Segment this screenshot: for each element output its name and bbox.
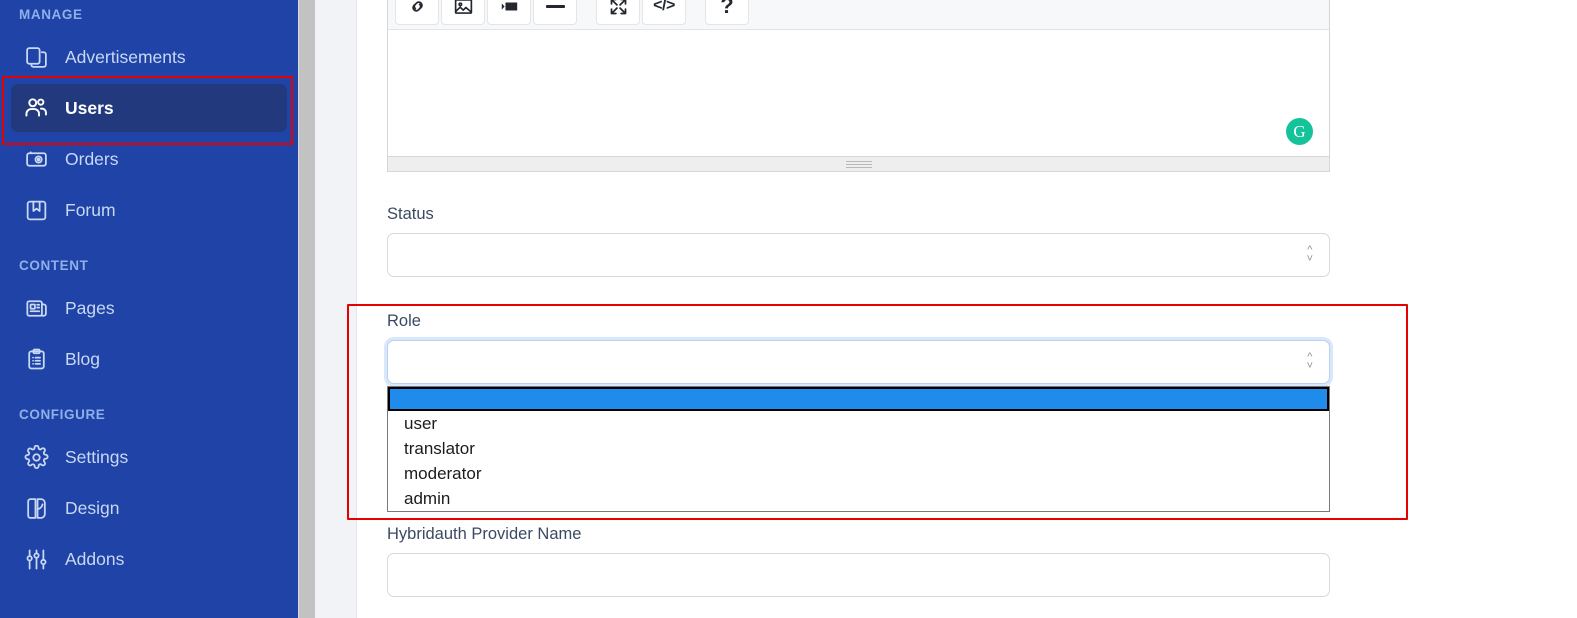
- main-content: </> ? G Status ^ ˅ Role ^ ˅ user transla…: [357, 0, 1577, 618]
- sidebar-item-forum[interactable]: Forum: [11, 186, 287, 234]
- code-view-glyph: </>: [653, 0, 675, 14]
- help-glyph: ?: [720, 0, 734, 18]
- sidebar-item-settings[interactable]: Settings: [11, 433, 287, 481]
- sidebar-item-label: Forum: [65, 199, 116, 220]
- users-icon: [21, 93, 51, 123]
- role-field: Role ^ ˅: [387, 312, 1330, 384]
- video-icon[interactable]: [487, 0, 531, 25]
- chevron-updown-icon: ^ ˅: [1306, 244, 1313, 265]
- editor-resize-handle[interactable]: [387, 157, 1330, 172]
- hybridauth-provider-label: Hybridauth Provider Name: [387, 525, 582, 543]
- status-label: Status: [387, 205, 434, 223]
- role-option-blank[interactable]: [388, 387, 1329, 411]
- orders-icon: [21, 144, 51, 174]
- sidebar-item-label: Design: [65, 497, 120, 518]
- gear-icon: [21, 442, 51, 472]
- status-select[interactable]: ^ ˅: [387, 233, 1330, 277]
- hybridauth-provider-input[interactable]: [387, 553, 1330, 597]
- sidebar-item-label: Orders: [65, 148, 119, 169]
- sidebar-scrollbar[interactable]: [298, 0, 315, 618]
- addons-icon: [21, 544, 51, 574]
- sidebar-item-pages[interactable]: Pages: [11, 284, 287, 332]
- sidebar-item-label: Addons: [65, 548, 125, 569]
- sidebar-item-orders[interactable]: Orders: [11, 135, 287, 183]
- editor-content-area[interactable]: G: [387, 30, 1330, 157]
- grammarly-icon[interactable]: G: [1286, 118, 1313, 145]
- editor-toolbar: </> ?: [387, 0, 1330, 30]
- role-option-admin[interactable]: admin: [388, 486, 1329, 511]
- design-icon: [21, 493, 51, 523]
- sidebar: MANAGE Advertisements Users Orders Forum…: [0, 0, 298, 618]
- grip-lines-icon: [845, 159, 872, 170]
- image-icon[interactable]: [441, 0, 485, 25]
- role-option-moderator[interactable]: moderator: [388, 461, 1329, 486]
- forum-icon: [21, 195, 51, 225]
- role-label: Role: [387, 312, 421, 330]
- sidebar-item-users[interactable]: Users: [11, 84, 287, 132]
- sidebar-item-advertisements[interactable]: Advertisements: [11, 33, 287, 81]
- sidebar-section-configure-label: CONFIGURE: [19, 407, 106, 422]
- help-icon[interactable]: ?: [705, 0, 749, 25]
- app-root: MANAGE Advertisements Users Orders Forum…: [0, 0, 1577, 618]
- code-view-icon[interactable]: </>: [642, 0, 686, 25]
- link-icon[interactable]: [395, 0, 439, 25]
- grammarly-letter: G: [1293, 121, 1306, 141]
- sidebar-section-manage-label: MANAGE: [19, 7, 83, 22]
- fullscreen-icon[interactable]: [596, 0, 640, 25]
- copy-icon: [21, 42, 51, 72]
- content-gutter: [315, 0, 357, 618]
- role-option-translator[interactable]: translator: [388, 436, 1329, 461]
- sidebar-item-label: Pages: [65, 297, 115, 318]
- sidebar-section-content-label: CONTENT: [19, 258, 89, 273]
- sidebar-item-design[interactable]: Design: [11, 484, 287, 532]
- sidebar-item-label: Users: [65, 97, 114, 118]
- hybridauth-provider-field: Hybridauth Provider Name: [387, 525, 1330, 597]
- status-field: Status ^ ˅: [387, 205, 1330, 277]
- sidebar-item-label: Blog: [65, 348, 101, 369]
- sidebar-item-label: Settings: [65, 446, 129, 467]
- rich-text-editor: </> ? G: [387, 0, 1330, 172]
- role-dropdown-list[interactable]: user translator moderator admin: [387, 386, 1330, 512]
- chevron-updown-icon: ^ ˅: [1306, 351, 1313, 372]
- blog-icon: [21, 344, 51, 374]
- sidebar-item-addons[interactable]: Addons: [11, 535, 287, 583]
- horizontal-rule-icon[interactable]: [533, 0, 577, 25]
- pages-icon: [21, 293, 51, 323]
- sidebar-item-blog[interactable]: Blog: [11, 335, 287, 383]
- sidebar-item-label: Advertisements: [65, 46, 186, 67]
- role-select[interactable]: ^ ˅: [387, 340, 1330, 384]
- role-option-user[interactable]: user: [388, 411, 1329, 436]
